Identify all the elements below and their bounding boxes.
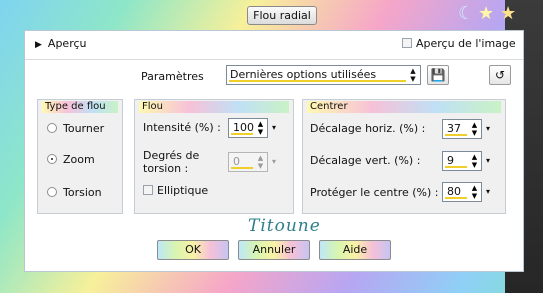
protect-center-input[interactable]: 80 ▲ ▼ ▾ bbox=[442, 182, 490, 202]
intensity-underline bbox=[231, 133, 253, 135]
intensity-label: Intensité (%) : bbox=[143, 121, 221, 134]
spinner-arrows-icon[interactable]: ▲ ▼ bbox=[255, 120, 266, 136]
spinner-arrows-icon[interactable]: ▲ ▼ bbox=[469, 153, 480, 169]
ok-button[interactable]: OK bbox=[157, 240, 229, 260]
checkbox-icon bbox=[143, 185, 153, 195]
reset-icon: ↺ bbox=[494, 68, 506, 82]
torsion-underline bbox=[231, 167, 253, 169]
save-icon: 💾 bbox=[430, 68, 446, 82]
spinner-arrows-icon[interactable]: ▲ ▼ bbox=[469, 184, 480, 200]
protect-center-label: Protéger le centre (%) : bbox=[310, 186, 439, 199]
cancel-button[interactable]: Annuler bbox=[238, 240, 310, 260]
reset-button[interactable]: ↺ bbox=[489, 65, 511, 85]
titoune-logo: Titoune bbox=[248, 216, 321, 236]
torsion-label-line1: Degrés de bbox=[143, 149, 200, 162]
radio-tourner-label: Tourner bbox=[63, 122, 105, 135]
preview-label: Aperçu bbox=[47, 37, 87, 50]
h-offset-label: Décalage horiz. (%) : bbox=[310, 122, 426, 135]
elliptic-checkbox[interactable]: Elliptique bbox=[143, 184, 208, 197]
image-preview-label: Aperçu de l'image bbox=[416, 37, 516, 50]
save-preset-button[interactable]: 💾 bbox=[427, 65, 449, 85]
torsion-label-line2: torsion : bbox=[143, 162, 189, 175]
preset-underline bbox=[229, 80, 406, 82]
params-label: Paramètres bbox=[141, 70, 204, 83]
protect-center-underline bbox=[445, 197, 467, 199]
radio-icon bbox=[47, 187, 57, 197]
radio-torsion-label: Torsion bbox=[63, 186, 102, 199]
chevron-down-icon[interactable]: ▾ bbox=[269, 120, 279, 136]
triangle-right-icon: ▶ bbox=[35, 40, 42, 50]
checkbox-icon bbox=[402, 38, 412, 48]
radio-torsion[interactable]: Torsion bbox=[47, 186, 102, 199]
radio-tourner[interactable]: Tourner bbox=[47, 122, 104, 135]
elliptic-label: Elliptique bbox=[157, 184, 209, 197]
chevron-down-icon[interactable]: ▾ bbox=[483, 184, 493, 200]
dialog-frame: Flou radial ☾ ★ ★ ▶ Aperçu Aperçu de l'im… bbox=[0, 0, 543, 293]
center-title: Centrer bbox=[307, 101, 501, 113]
torsion-label: Degrés de torsion : bbox=[143, 149, 199, 175]
spinner-arrows-icon[interactable]: ▲ ▼ bbox=[255, 154, 266, 170]
spinner-arrows-icon[interactable]: ▲ ▼ bbox=[408, 67, 418, 83]
v-offset-underline bbox=[445, 166, 467, 168]
help-button[interactable]: Aide bbox=[319, 240, 391, 260]
chevron-down-icon[interactable]: ▾ bbox=[269, 154, 279, 170]
star-icon: ★ bbox=[500, 3, 517, 24]
v-offset-input[interactable]: 9 ▲ ▼ ▾ bbox=[442, 151, 490, 171]
preset-dropdown[interactable]: Dernières options utilisées ▲ ▼ bbox=[226, 65, 421, 85]
radio-selected-icon bbox=[47, 154, 57, 164]
blur-title: Flou bbox=[139, 101, 289, 113]
chevron-down-icon[interactable]: ▾ bbox=[483, 121, 493, 137]
radio-icon bbox=[47, 123, 57, 133]
image-preview-checkbox[interactable]: Aperçu de l'image bbox=[402, 37, 516, 50]
moon-icon: ☾ bbox=[458, 3, 475, 24]
v-offset-label: Décalage vert. (%) : bbox=[310, 154, 421, 167]
h-offset-underline bbox=[445, 134, 467, 136]
preview-toggle[interactable]: ▶ Aperçu bbox=[35, 37, 87, 50]
radio-zoom[interactable]: Zoom bbox=[47, 153, 95, 166]
spinner-arrows-icon[interactable]: ▲ ▼ bbox=[469, 121, 480, 137]
dialog-title: Flou radial bbox=[247, 6, 317, 25]
chevron-down-icon[interactable]: ▾ bbox=[483, 153, 493, 169]
star-icon: ★ bbox=[478, 3, 495, 24]
divider bbox=[25, 59, 523, 60]
radio-zoom-label: Zoom bbox=[63, 153, 95, 166]
intensity-input[interactable]: 100 ▲ ▼ ▾ bbox=[228, 118, 276, 138]
torsion-input[interactable]: 0 ▲ ▼ ▾ bbox=[228, 152, 276, 172]
h-offset-input[interactable]: 37 ▲ ▼ ▾ bbox=[442, 119, 490, 139]
blur-type-title: Type de flou bbox=[42, 101, 118, 113]
